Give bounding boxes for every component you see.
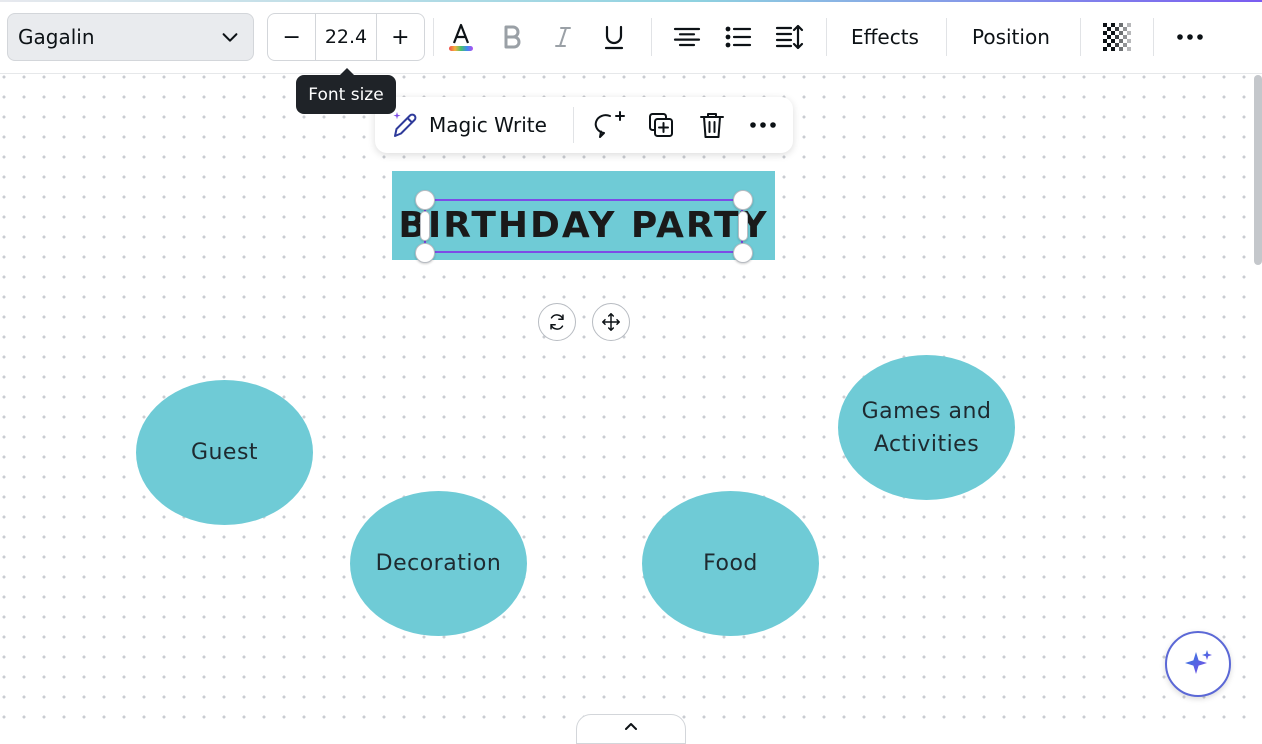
add-comment-icon bbox=[594, 111, 625, 138]
bold-button[interactable] bbox=[492, 14, 532, 60]
bubble-label: Decoration bbox=[375, 551, 502, 576]
text-toolbar: Gagalin − 22.4 + Effects Position bbox=[0, 0, 1262, 74]
magic-assistant-button[interactable] bbox=[1165, 631, 1231, 697]
toolbar-divider bbox=[1080, 18, 1081, 56]
text-color-button[interactable] bbox=[441, 14, 481, 60]
toolbar-divider bbox=[433, 18, 434, 56]
bubble-guest[interactable]: Guest bbox=[136, 380, 313, 525]
delete-button[interactable] bbox=[696, 97, 728, 153]
show-pages-tab[interactable] bbox=[576, 714, 686, 744]
move-icon bbox=[602, 313, 620, 331]
font-size-tooltip: Font size bbox=[296, 68, 396, 114]
font-family-value: Gagalin bbox=[18, 25, 95, 49]
position-button[interactable]: Position bbox=[972, 14, 1050, 60]
text-color-icon bbox=[449, 23, 473, 51]
transparency-button[interactable] bbox=[1097, 14, 1137, 60]
resize-handle-top-right[interactable] bbox=[733, 190, 753, 210]
line-spacing-icon bbox=[775, 24, 804, 50]
underline-button[interactable] bbox=[594, 14, 634, 60]
toolbar-divider bbox=[946, 18, 947, 56]
bubble-decoration[interactable]: Decoration bbox=[350, 491, 527, 636]
toolbar-divider bbox=[826, 18, 827, 56]
italic-icon bbox=[555, 27, 571, 47]
toolbar-divider bbox=[1153, 18, 1154, 56]
toolbar-more-button[interactable] bbox=[1170, 14, 1210, 60]
resize-handle-right[interactable] bbox=[738, 211, 748, 241]
bubble-label: Guest bbox=[190, 440, 259, 465]
spacing-button[interactable] bbox=[770, 14, 810, 60]
toolbar-divider bbox=[651, 18, 652, 56]
rotate-icon bbox=[550, 314, 564, 330]
font-size-stepper: − 22.4 + bbox=[267, 13, 425, 61]
top-accent-line bbox=[0, 0, 1262, 2]
more-icon bbox=[1177, 34, 1203, 40]
delete-icon bbox=[700, 113, 724, 138]
align-center-icon bbox=[673, 27, 701, 47]
resize-handle-left[interactable] bbox=[420, 211, 430, 241]
italic-button[interactable] bbox=[543, 14, 583, 60]
text-align-button[interactable] bbox=[667, 14, 707, 60]
bubble-label: Food bbox=[703, 551, 758, 576]
bold-icon bbox=[504, 25, 521, 49]
selection-outline bbox=[424, 199, 743, 253]
bullet-list-icon bbox=[725, 26, 752, 48]
sparkle-icon bbox=[1185, 650, 1212, 674]
font-family-select[interactable]: Gagalin bbox=[7, 13, 254, 61]
chevron-up-icon bbox=[625, 723, 637, 730]
context-divider bbox=[573, 107, 574, 143]
bubble-label-line: Activities bbox=[873, 431, 980, 457]
effects-button[interactable]: Effects bbox=[851, 14, 919, 60]
resize-handle-bottom-left[interactable] bbox=[415, 243, 435, 263]
transparency-icon bbox=[1103, 23, 1131, 51]
context-more-button[interactable] bbox=[747, 97, 779, 153]
bubble-label: Games and Activities bbox=[862, 395, 992, 461]
magic-write-icon bbox=[393, 112, 417, 137]
move-button[interactable] bbox=[592, 303, 630, 341]
vertical-scrollbar[interactable] bbox=[1254, 75, 1262, 265]
underline-icon bbox=[604, 25, 624, 50]
duplicate-icon bbox=[649, 113, 673, 137]
resize-handle-top-left[interactable] bbox=[415, 190, 435, 210]
magic-write-button[interactable]: Magic Write bbox=[389, 97, 547, 153]
rotate-button[interactable] bbox=[538, 303, 576, 341]
element-context-toolbar: Magic Write bbox=[375, 97, 793, 153]
list-button[interactable] bbox=[718, 14, 758, 60]
increase-font-size-button[interactable]: + bbox=[377, 14, 424, 60]
resize-handle-bottom-right[interactable] bbox=[733, 243, 753, 263]
more-icon bbox=[750, 122, 776, 128]
add-comment-button[interactable] bbox=[594, 97, 626, 153]
font-size-input[interactable]: 22.4 bbox=[315, 14, 377, 60]
bubble-label-line: Games and bbox=[861, 398, 992, 424]
duplicate-button[interactable] bbox=[645, 97, 677, 153]
decrease-font-size-button[interactable]: − bbox=[268, 14, 315, 60]
magic-write-label: Magic Write bbox=[429, 113, 547, 137]
bubble-games-activities[interactable]: Games and Activities bbox=[838, 355, 1015, 500]
chevron-down-icon bbox=[222, 33, 238, 42]
bubble-food[interactable]: Food bbox=[642, 491, 819, 636]
